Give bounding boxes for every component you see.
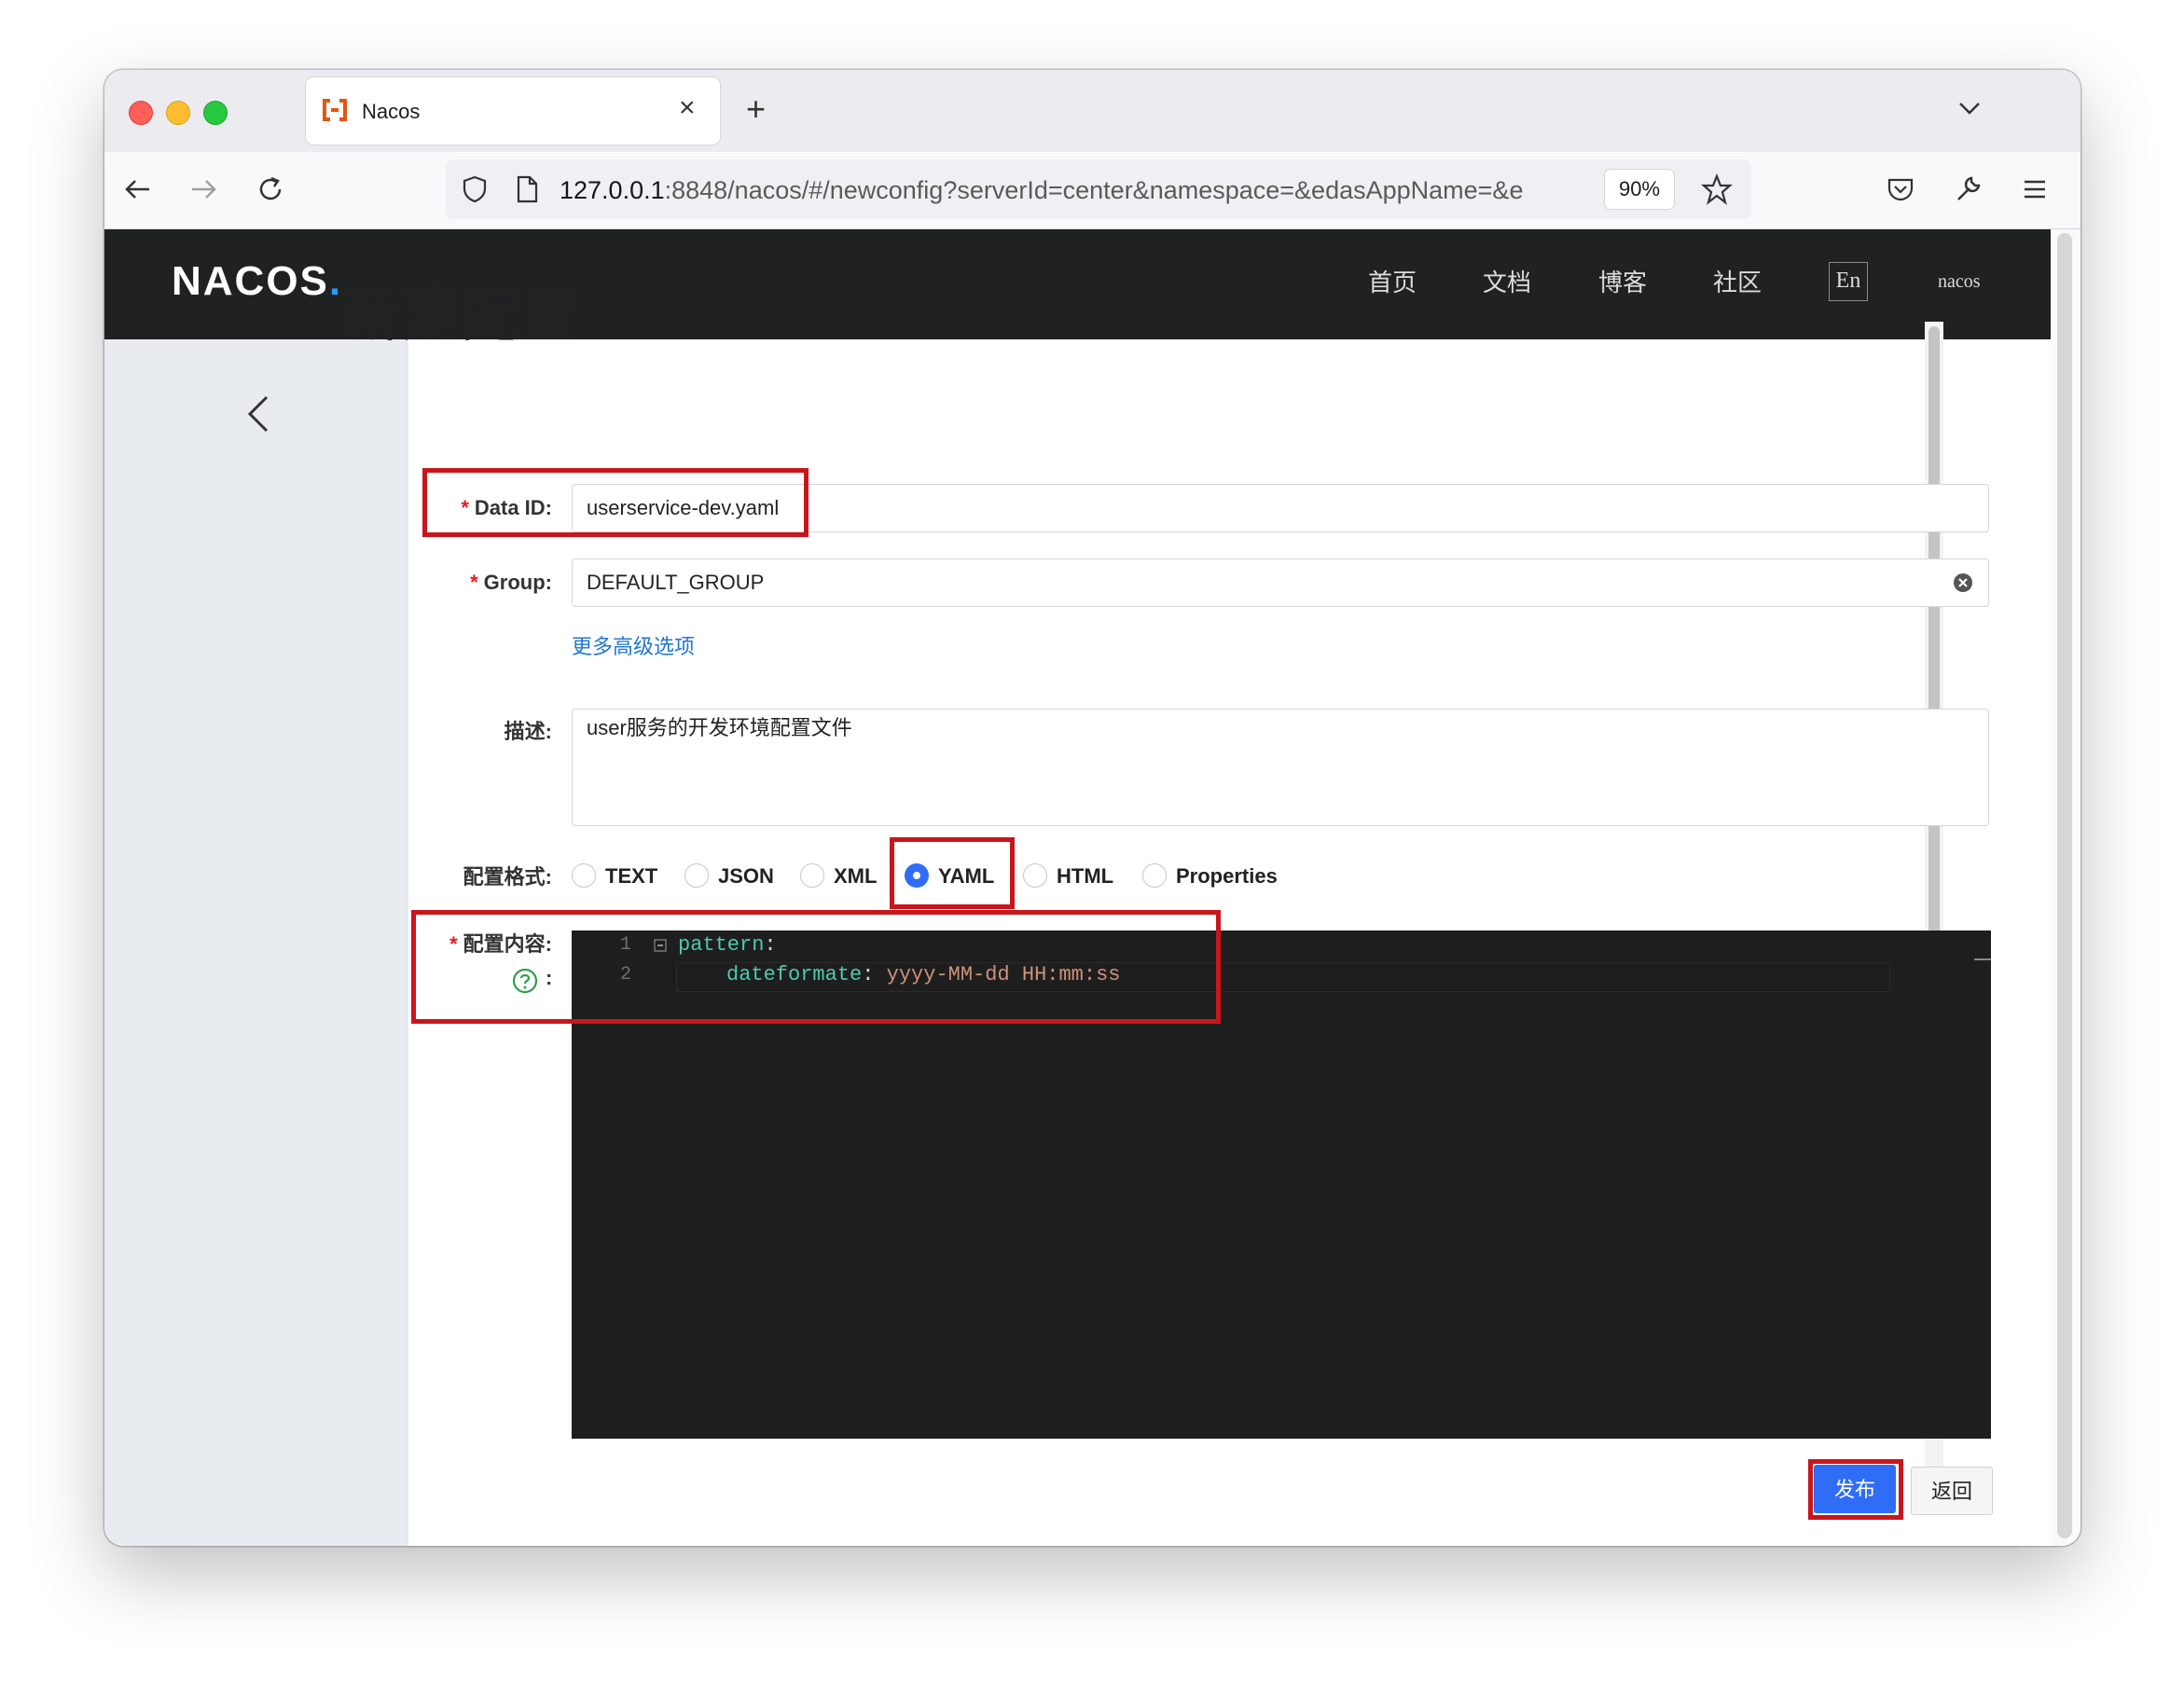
line-number: 1 [620, 934, 632, 956]
radio-circle-selected[interactable] [905, 863, 929, 888]
navigation-bar: 127.0.0.1:8848/nacos/#/newconfig?serverI… [104, 152, 2080, 229]
menu-item-docs[interactable]: 文档 [1483, 267, 1531, 298]
publish-button[interactable]: 发布 [1814, 1465, 1896, 1513]
hamburger-menu-icon[interactable] [2018, 172, 2052, 206]
nacos-logo[interactable]: NACOS. [172, 254, 342, 310]
reload-icon[interactable] [254, 172, 287, 206]
clear-icon[interactable] [1953, 572, 1973, 593]
zoom-level[interactable]: 90% [1605, 170, 1674, 209]
nacos-favicon-icon [323, 99, 347, 121]
address-bar[interactable]: 127.0.0.1:8848/nacos/#/newconfig?serverI… [446, 159, 1751, 219]
page-scrollbar[interactable] [2057, 233, 2072, 1538]
minimize-window-button[interactable] [166, 101, 190, 125]
radio-circle[interactable] [1023, 863, 1047, 888]
tab-title: Nacos [362, 100, 421, 123]
tab-bar: Nacos × + [104, 70, 2080, 152]
data-id-input[interactable]: userservice-dev.yaml [572, 484, 1989, 532]
maximize-window-button[interactable] [203, 101, 228, 125]
code-line-1[interactable]: pattern: [678, 931, 777, 960]
content-label: * 配置内容: [449, 932, 552, 956]
description-textarea[interactable]: user服务的开发环境配置文件 [572, 709, 1989, 826]
url-text[interactable]: 127.0.0.1:8848/nacos/#/newconfig?serverI… [560, 174, 1583, 206]
help-icon[interactable] [512, 968, 538, 994]
radio-circle[interactable] [800, 863, 824, 888]
back-icon[interactable] [121, 172, 155, 206]
forward-icon[interactable] [187, 172, 220, 206]
data-id-label: * Data ID: [461, 496, 552, 519]
format-label: 配置格式: [463, 865, 552, 889]
back-button[interactable]: 返回 [1911, 1467, 1993, 1515]
close-window-button[interactable] [129, 101, 153, 125]
help-colon: : [546, 966, 553, 989]
tab-close-icon[interactable]: × [679, 94, 696, 122]
wrench-icon[interactable] [1951, 172, 1984, 206]
chevron-left-icon[interactable] [244, 393, 270, 434]
radio-circle[interactable] [1142, 863, 1167, 888]
fold-collapse-icon[interactable] [654, 939, 667, 952]
code-editor[interactable]: 1 2 pattern: dateformate: yyyy-MM-dd HH:… [572, 931, 1991, 1439]
description-label: 描述: [504, 720, 552, 743]
group-label: * Group: [470, 571, 552, 594]
radio-circle[interactable] [572, 863, 596, 888]
page-icon[interactable] [515, 175, 539, 203]
code-line-2[interactable]: dateformate: yyyy-MM-dd HH:mm:ss [726, 960, 1120, 990]
chevron-down-icon[interactable] [1956, 94, 1984, 122]
page-title: 新建配置 [341, 282, 580, 349]
browser-tab-nacos[interactable]: Nacos × [306, 77, 720, 145]
new-tab-icon[interactable]: + [746, 92, 766, 126]
shield-icon[interactable] [461, 174, 489, 204]
group-input[interactable]: DEFAULT_GROUP [572, 558, 1989, 607]
user-name[interactable]: nacos [1938, 269, 1981, 295]
sidebar [104, 339, 408, 1546]
line-number: 2 [620, 964, 632, 986]
minimap-indicator [1974, 958, 1991, 960]
more-advanced-options-link[interactable]: 更多高级选项 [572, 633, 695, 661]
radio-circle[interactable] [684, 863, 709, 888]
menu-item-community[interactable]: 社区 [1713, 267, 1762, 298]
menu-item-blog[interactable]: 博客 [1598, 267, 1647, 298]
pocket-icon[interactable] [1884, 172, 1917, 206]
language-switch-button[interactable]: En [1829, 262, 1868, 301]
menu-item-home[interactable]: 首页 [1368, 267, 1417, 298]
bookmark-star-icon[interactable] [1701, 173, 1733, 205]
